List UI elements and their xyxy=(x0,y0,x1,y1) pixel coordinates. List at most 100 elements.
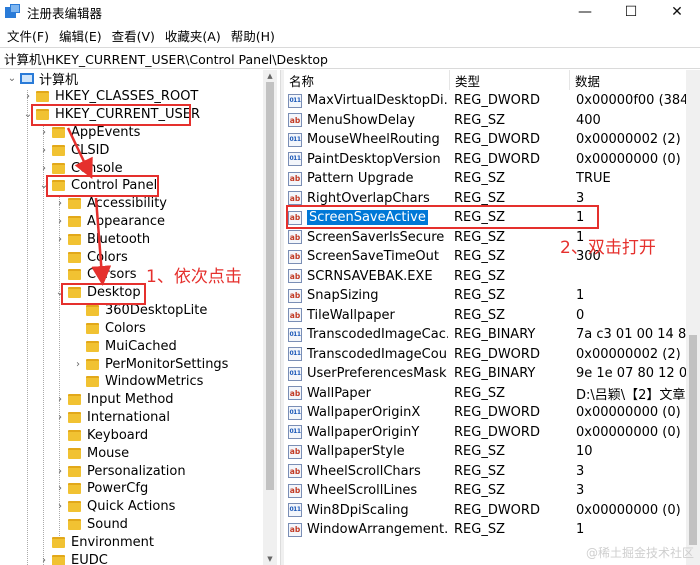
list-scrollbar-thumb[interactable] xyxy=(689,335,697,545)
chevron-right-icon[interactable]: › xyxy=(54,412,66,424)
tree-item-personalization[interactable]: › Personalization xyxy=(54,463,186,481)
scroll-down-icon[interactable]: ▼ xyxy=(263,553,277,565)
chevron-right-icon[interactable]: › xyxy=(54,234,66,246)
value-name-cell[interactable]: ab Pattern Upgrade xyxy=(288,171,448,186)
table-row[interactable]: ab MenuShowDelay REG_SZ 400 xyxy=(284,111,700,131)
value-name-cell[interactable]: ab TileWallpaper xyxy=(288,308,448,323)
address-bar[interactable]: 计算机\HKEY_CURRENT_USER\Control Panel\Desk… xyxy=(0,47,700,69)
chevron-right-icon[interactable]: › xyxy=(38,555,50,565)
tree-item-appevents[interactable]: › AppEvents xyxy=(38,124,140,142)
value-name-cell[interactable]: 011 WallpaperOriginX xyxy=(288,405,448,420)
column-header-data[interactable]: 数据 xyxy=(570,70,700,90)
menu-edit[interactable]: 编辑(E) xyxy=(54,26,107,45)
chevron-down-icon[interactable]: ⌄ xyxy=(6,73,18,85)
list-scrollbar[interactable] xyxy=(686,70,700,565)
table-row[interactable]: ab TileWallpaper REG_SZ 0 xyxy=(284,306,700,326)
tree-scrollbar[interactable]: ▲ ▼ xyxy=(263,70,277,565)
value-name-cell[interactable]: 011 TranscodedImageCou... xyxy=(288,347,448,362)
tree-item-windowmetrics[interactable]: WindowMetrics xyxy=(86,373,203,391)
table-row[interactable]: ab SCRNSAVEBAK.EXE REG_SZ xyxy=(284,267,700,287)
value-name-cell[interactable]: 011 TranscodedImageCac... xyxy=(288,327,448,342)
tree-item-computer[interactable]: ⌄ 计算机 xyxy=(6,70,78,88)
tree-item-colors[interactable]: Colors xyxy=(54,249,128,267)
tree-item-environment[interactable]: Environment xyxy=(38,534,154,552)
value-name-cell[interactable]: ab MenuShowDelay xyxy=(288,113,448,128)
value-name-cell[interactable]: 011 Win8DpiScaling xyxy=(288,503,448,518)
table-row[interactable]: 011 MaxVirtualDesktopDi... REG_DWORD 0x0000… xyxy=(284,91,700,111)
minimize-button[interactable]: — xyxy=(562,0,608,24)
menu-file[interactable]: 文件(F) xyxy=(2,26,54,45)
value-name-cell[interactable]: ab SnapSizing xyxy=(288,288,448,303)
tree-item-keyboard[interactable]: Keyboard xyxy=(54,427,148,445)
tree-item-quick-actions[interactable]: › Quick Actions xyxy=(54,498,175,516)
table-row[interactable]: ab SnapSizing REG_SZ 1 xyxy=(284,286,700,306)
chevron-right-icon[interactable]: › xyxy=(54,466,66,478)
maximize-button[interactable]: ☐ xyxy=(608,0,654,24)
table-row[interactable]: 011 Win8DpiScaling REG_DWORD 0x00000000 (0) xyxy=(284,501,700,521)
tree-item-muicached[interactable]: MuiCached xyxy=(86,338,177,356)
value-name-cell[interactable]: 011 UserPreferencesMask xyxy=(288,366,448,381)
table-row[interactable]: ab WallpaperStyle REG_SZ 10 xyxy=(284,442,700,462)
chevron-right-icon[interactable]: › xyxy=(54,216,66,228)
value-name-cell[interactable]: ab WallpaperStyle xyxy=(288,444,448,459)
table-row[interactable]: ab Pattern Upgrade REG_SZ TRUE xyxy=(284,169,700,189)
value-data: 1 xyxy=(576,522,585,538)
chevron-right-icon[interactable]: › xyxy=(54,483,66,495)
value-name-cell[interactable]: ab RightOverlapChars xyxy=(288,191,448,206)
value-name-cell[interactable]: ab ScreenSaverIsSecure xyxy=(288,230,448,245)
value-name-cell[interactable]: 011 PaintDesktopVersion xyxy=(288,152,448,167)
table-row[interactable]: 011 UserPreferencesMask REG_BINARY 9e 1e 07… xyxy=(284,364,700,384)
tree-item-input-method[interactable]: › Input Method xyxy=(54,391,174,409)
value-name-cell[interactable]: 011 WallpaperOriginY xyxy=(288,425,448,440)
chevron-right-icon[interactable]: › xyxy=(54,198,66,210)
tree-item-powercfg[interactable]: › PowerCfg xyxy=(54,480,148,498)
table-row[interactable]: 011 WallpaperOriginY REG_DWORD 0x00000000 (… xyxy=(284,423,700,443)
tree-item-sound[interactable]: Sound xyxy=(54,516,128,534)
tree-item-appearance[interactable]: › Appearance xyxy=(54,213,165,231)
table-row[interactable]: ab WheelScrollLines REG_SZ 3 xyxy=(284,481,700,501)
tree-item-international[interactable]: › International xyxy=(54,409,170,427)
table-row[interactable]: 011 PaintDesktopVersion REG_DWORD 0x0000000… xyxy=(284,150,700,170)
tree-item-accessibility[interactable]: › Accessibility xyxy=(54,195,167,213)
value-name-cell[interactable]: 011 MaxVirtualDesktopDi... xyxy=(288,93,448,108)
tree-item-desktop-colors[interactable]: Colors xyxy=(86,320,146,338)
value-type: REG_SZ xyxy=(454,463,505,479)
chevron-right-icon[interactable]: › xyxy=(54,394,66,406)
value-data: 9e 1e 07 80 12 01 0 xyxy=(576,366,696,382)
chevron-right-icon[interactable]: › xyxy=(72,359,84,371)
table-row[interactable]: 011 TranscodedImageCou... REG_DWORD 0x00000… xyxy=(284,345,700,365)
value-name-cell[interactable]: ab WindowArrangement... xyxy=(288,522,448,537)
value-name-cell[interactable]: 011 MouseWheelRouting xyxy=(288,132,448,147)
tree-item-mouse[interactable]: Mouse xyxy=(54,445,129,463)
column-header-type[interactable]: 类型 xyxy=(450,70,570,90)
tree-item-cursors[interactable]: Cursors xyxy=(54,266,137,284)
chevron-right-icon[interactable]: › xyxy=(38,163,50,175)
close-button[interactable]: ✕ xyxy=(654,0,700,24)
menu-help[interactable]: 帮助(H) xyxy=(226,26,280,45)
tree-scrollbar-thumb[interactable] xyxy=(266,82,274,490)
table-row[interactable]: ab WheelScrollChars REG_SZ 3 xyxy=(284,462,700,482)
value-name-cell[interactable]: ab WheelScrollLines xyxy=(288,483,448,498)
value-name-cell[interactable]: ab SCRNSAVEBAK.EXE xyxy=(288,269,448,284)
menu-favorites[interactable]: 收藏夹(A) xyxy=(160,26,226,45)
value-name-cell[interactable]: ab WallPaper xyxy=(288,386,448,401)
value-name-cell[interactable]: ab WheelScrollChars xyxy=(288,464,448,479)
table-row[interactable]: 011 TranscodedImageCac... REG_BINARY 7a c3 … xyxy=(284,325,700,345)
tree-item-clsid[interactable]: › CLSID xyxy=(38,142,109,160)
chevron-right-icon[interactable]: › xyxy=(22,91,34,103)
chevron-right-icon[interactable]: › xyxy=(38,145,50,157)
tree-item-permonitorsettings[interactable]: › PerMonitorSettings xyxy=(72,356,228,374)
value-name-cell[interactable]: ab ScreenSaveTimeOut xyxy=(288,249,448,264)
table-row[interactable]: 011 MouseWheelRouting REG_DWORD 0x00000002 … xyxy=(284,130,700,150)
column-header-name[interactable]: 名称 xyxy=(284,70,450,90)
table-row[interactable]: ab WallPaper REG_SZ D:\吕颖\【2】文章发 xyxy=(284,384,700,404)
table-row[interactable]: ab WindowArrangement... REG_SZ 1 xyxy=(284,520,700,540)
chevron-right-icon[interactable]: › xyxy=(54,501,66,513)
tree-item-eudc[interactable]: › EUDC xyxy=(38,552,108,565)
chevron-right-icon[interactable]: › xyxy=(38,127,50,139)
tree-item-bluetooth[interactable]: › Bluetooth xyxy=(54,231,150,249)
menu-view[interactable]: 查看(V) xyxy=(107,26,160,45)
table-row[interactable]: 011 WallpaperOriginX REG_DWORD 0x00000000 (… xyxy=(284,403,700,423)
value-data: D:\吕颖\【2】文章发 xyxy=(576,387,696,403)
scroll-up-icon[interactable]: ▲ xyxy=(263,70,277,82)
